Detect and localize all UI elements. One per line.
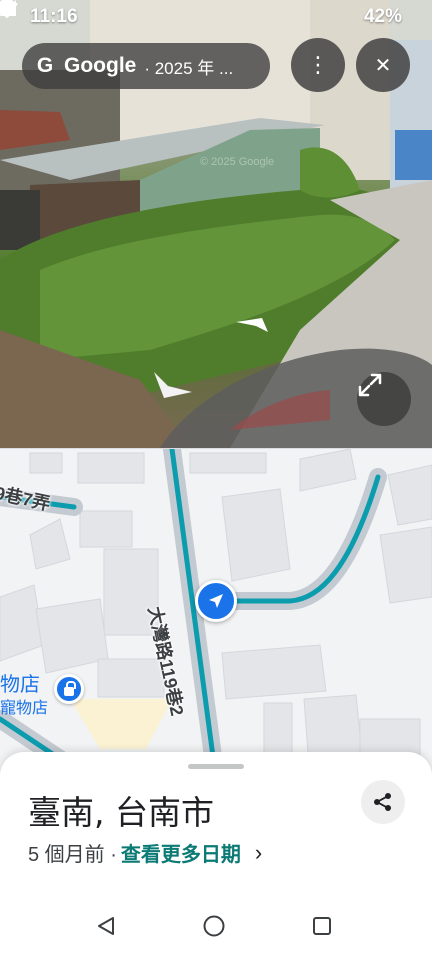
home-circle-icon <box>203 915 225 937</box>
system-navigation-bar <box>0 892 432 960</box>
more-vert-icon: ⋮ <box>307 52 329 77</box>
back-button[interactable] <box>92 912 120 940</box>
poi-label-pet-shop[interactable]: 物店 <box>0 668 40 697</box>
recents-button[interactable] <box>308 912 336 940</box>
status-time: 11:16 <box>30 6 78 27</box>
more-options-button[interactable]: ⋮ <box>291 38 345 92</box>
poi-label-pet-shop-sub[interactable]: 寵物店 <box>0 694 48 718</box>
see-more-dates-link[interactable]: 查看更多日期 <box>121 838 241 867</box>
chevron-right-icon[interactable]: › <box>255 840 262 866</box>
close-icon: ✕ <box>374 54 392 77</box>
back-triangle-icon <box>98 917 114 935</box>
street-view-date: · 2025 年 ... <box>144 58 234 78</box>
system-icons: 42% <box>0 0 402 28</box>
photo-watermark: © 2025 Google <box>200 156 274 168</box>
street-view-brand: Google <box>64 54 137 77</box>
share-icon <box>374 793 391 811</box>
google-g-icon: G <box>36 54 54 77</box>
battery-icon <box>0 0 10 16</box>
shopping-bag-icon[interactable] <box>54 674 84 704</box>
battery-level: 42% <box>0 0 402 28</box>
navigation-arrow-icon <box>209 594 223 608</box>
close-button[interactable]: ✕ <box>356 38 410 92</box>
street-view-panorama[interactable]: © 2025 Google 11:16 42% G Google · 2025 … <box>0 0 432 448</box>
status-bar: 11:16 42% <box>0 0 432 34</box>
imagery-date-row: 5 個月前 · 查看更多日期 › <box>28 838 262 867</box>
recents-square-icon <box>313 917 331 935</box>
street-view-position-marker[interactable] <box>195 580 237 622</box>
imagery-age: 5 個月前 · <box>28 844 117 866</box>
share-button[interactable] <box>361 780 405 824</box>
place-bottom-sheet[interactable]: 臺南, 台南市 5 個月前 · 查看更多日期 › <box>0 752 432 892</box>
home-button[interactable] <box>200 912 228 940</box>
street-view-source-chip[interactable]: G Google · 2025 年 ... <box>22 43 270 89</box>
expand-icon <box>358 373 382 397</box>
place-title: 臺南, 台南市 <box>28 793 214 832</box>
expand-fullscreen-button[interactable] <box>357 372 411 426</box>
sheet-drag-handle[interactable] <box>188 764 244 769</box>
